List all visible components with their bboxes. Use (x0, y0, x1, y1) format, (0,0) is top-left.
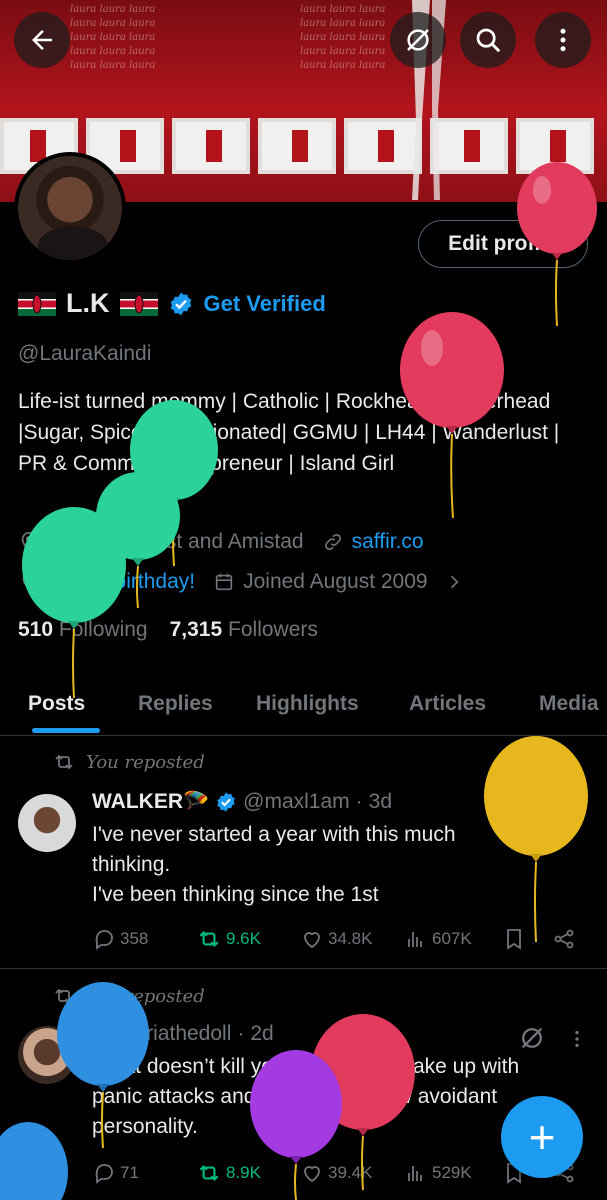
grok-icon[interactable] (518, 1024, 546, 1052)
grok-icon (407, 29, 429, 51)
post-author-avatar[interactable] (18, 1026, 76, 1084)
post-header: WALKER🪂 @maxl1am · 3d (92, 790, 393, 814)
joined-date: Joined August 2009 (243, 570, 428, 593)
post-actions: 358 9.6K 34.8K 607K (92, 926, 582, 952)
profile-meta-date-row: Happy birthday! Joined August 2009 (18, 570, 464, 594)
birthday-link[interactable]: Happy birthday! (48, 570, 195, 594)
profile-avatar[interactable] (14, 152, 126, 264)
edit-profile-button[interactable]: Edit profile (418, 220, 588, 268)
get-verified-link[interactable]: Get Verified (204, 291, 326, 317)
tab-highlights[interactable]: Highlights (256, 672, 359, 736)
repost-icon (55, 988, 73, 1004)
reply-button[interactable]: 71 (92, 1161, 196, 1185)
tab-posts[interactable]: Posts (28, 672, 85, 736)
followers-stat[interactable]: 7,315 Followers (170, 618, 318, 642)
more-vertical-icon[interactable] (566, 1026, 588, 1052)
post-header: T @Ariathedoll · 2d (92, 1022, 274, 1046)
arrow-left-icon (32, 30, 52, 50)
compose-post-button[interactable]: + (501, 1096, 583, 1178)
share-icon[interactable] (552, 927, 576, 951)
post-author-handle[interactable]: @maxl1am (243, 790, 350, 814)
more-button[interactable] (535, 12, 591, 68)
repost-label: You reposted (52, 984, 205, 1008)
repost-icon (199, 1164, 219, 1182)
post-author-name[interactable]: WALKER🪂 (92, 790, 209, 814)
tab-articles[interactable]: Articles (409, 672, 486, 736)
search-icon (476, 28, 501, 53)
post-author-handle[interactable]: @Ariathedoll (111, 1022, 232, 1046)
profile-bio: Life-ist turned mommy | Catholic | Rockh… (18, 390, 560, 475)
kenya-flag-icon (119, 291, 158, 316)
verified-badge-icon (217, 792, 235, 812)
post-author-avatar[interactable] (18, 794, 76, 852)
location-pin-icon (21, 532, 37, 553)
repost-label: You reposted (52, 750, 205, 774)
repost-icon (199, 930, 219, 948)
follow-stats: 510 Following 7,315 Followers (18, 618, 318, 642)
post-actions: 71 8.9K 39.4K 529K (92, 1160, 582, 1186)
tab-media[interactable]: Media (539, 672, 599, 736)
reply-icon (95, 930, 113, 950)
post-divider (0, 968, 607, 969)
profile-website-link[interactable]: saffir.co (352, 530, 424, 554)
views-icon (408, 1166, 422, 1181)
balloon-icon (22, 572, 36, 592)
like-button[interactable]: 39.4K (300, 1161, 404, 1185)
profile-handle: @LauraKaindi (18, 342, 152, 365)
display-name: L.K (66, 288, 110, 318)
profile-tabs: Posts Replies Highlights Articles Media (0, 672, 607, 736)
post-text[interactable]: I've never started a year with this much… (92, 820, 592, 910)
birthday-balloon-blue (0, 1122, 68, 1200)
views-icon (408, 932, 422, 947)
tab-replies[interactable]: Replies (138, 672, 213, 736)
post-time: 2d (250, 1022, 274, 1045)
grok-button[interactable] (390, 12, 446, 68)
back-button[interactable] (14, 12, 70, 68)
views-button[interactable]: 529K (404, 1161, 502, 1185)
following-stat[interactable]: 510 Following (18, 618, 148, 642)
reply-icon (95, 1164, 113, 1184)
profile-name-row: L.K Get Verified (18, 288, 326, 319)
link-icon (324, 533, 341, 551)
repost-icon (55, 754, 73, 770)
profile-location: Corner of First and Amistad (48, 530, 304, 553)
repost-button[interactable]: 8.9K (196, 1160, 300, 1186)
repost-button[interactable]: 9.6K (196, 926, 300, 952)
heart-icon (304, 932, 320, 949)
chevron-right-icon[interactable] (444, 572, 464, 592)
heart-icon (304, 1166, 320, 1183)
calendar-icon (215, 573, 233, 591)
search-button[interactable] (460, 12, 516, 68)
post-time: 3d (368, 790, 393, 813)
post-author-name[interactable]: T (92, 1022, 105, 1046)
kenya-flag-icon (18, 291, 56, 316)
active-tab-indicator (32, 728, 100, 733)
views-button[interactable]: 607K (404, 927, 502, 951)
profile-meta-location-row: Corner of First and Amistad saffir.co (18, 530, 424, 554)
bookmark-icon[interactable] (502, 927, 526, 951)
like-button[interactable]: 34.8K (300, 927, 404, 951)
more-vertical-icon (560, 28, 566, 52)
plus-icon: + (528, 1111, 556, 1163)
reply-button[interactable]: 358 (92, 927, 196, 951)
verified-badge-icon (170, 292, 191, 315)
